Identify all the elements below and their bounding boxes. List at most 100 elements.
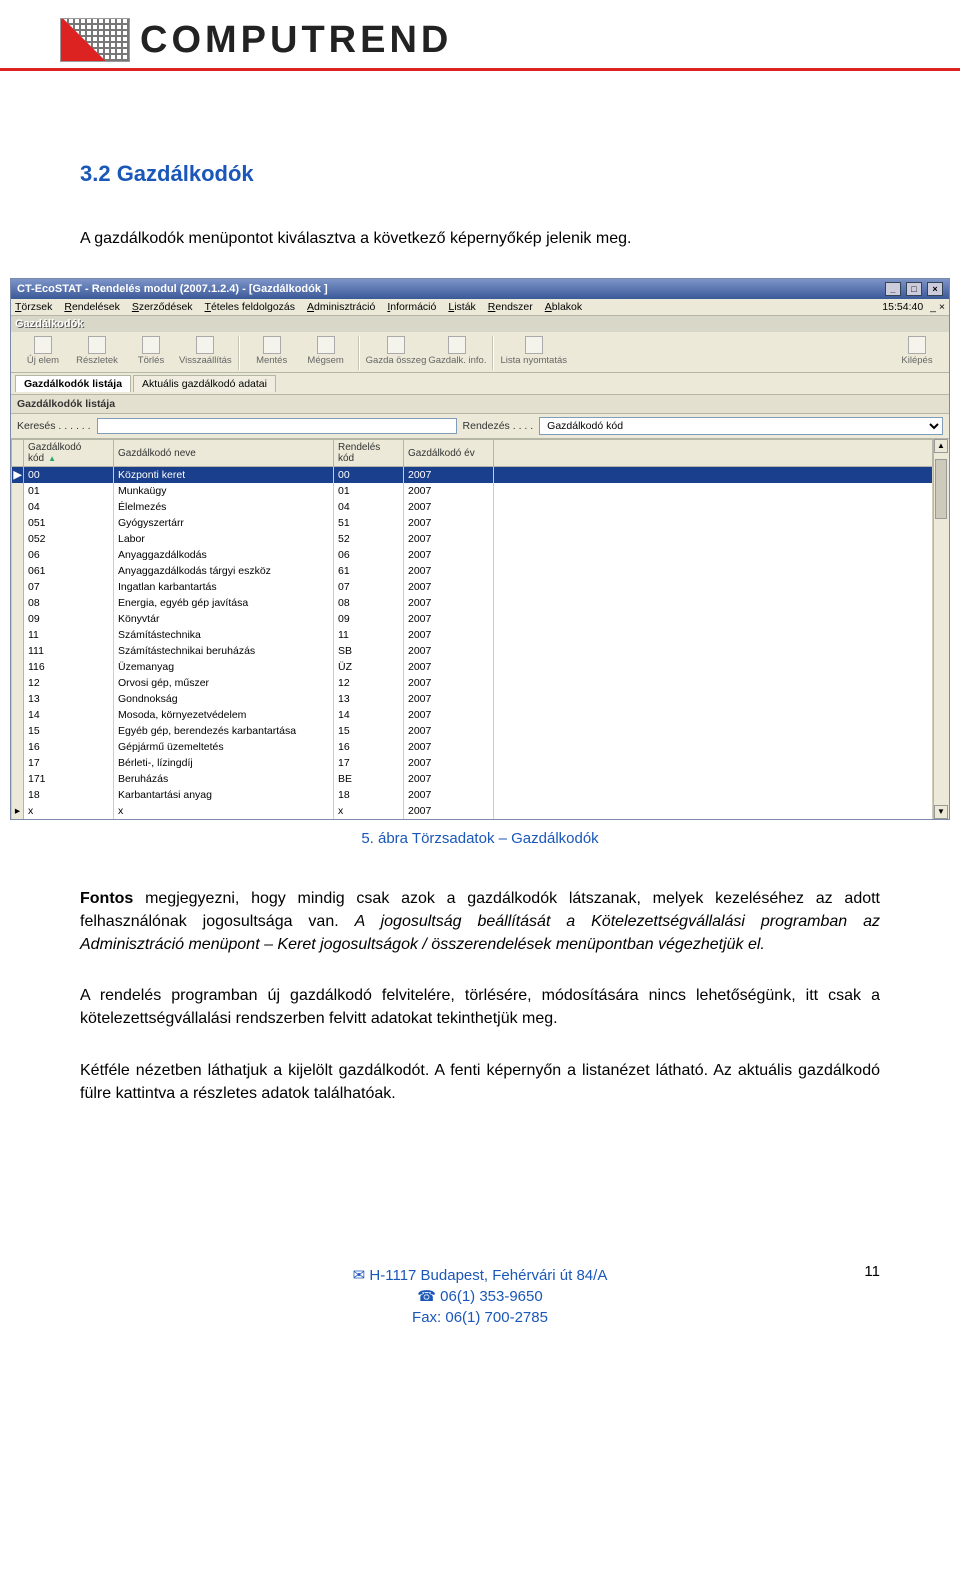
toolbar-ment-s[interactable]: Mentés: [246, 336, 298, 370]
cell-kod: 06: [24, 547, 114, 563]
toolbar-m-gsem[interactable]: Mégsem: [300, 336, 352, 370]
footer-line-2: ☎ 06(1) 353-9650: [0, 1286, 960, 1307]
menu-listák[interactable]: Listák: [448, 301, 475, 313]
data-grid[interactable]: Gazdálkodó kód▲Gazdálkodó neveRendelés k…: [11, 439, 933, 819]
menu-ablakok[interactable]: Ablakok: [545, 301, 582, 313]
table-row[interactable]: 04Élelmezés042007: [12, 499, 933, 515]
table-row[interactable]: 171BeruházásBE2007: [12, 771, 933, 787]
table-row[interactable]: ▶00Központi keret002007: [12, 467, 933, 483]
toolbar-label: Gazda összeg: [366, 355, 427, 366]
module-tab[interactable]: Gazdálkodók: [11, 316, 949, 332]
cell-rkod: 15: [334, 723, 404, 739]
cell-ev: 2007: [404, 515, 494, 531]
section-heading: 3.2 Gazdálkodók: [80, 161, 880, 187]
cell-kod: 051: [24, 515, 114, 531]
footer-line-1: ✉ H-1117 Budapest, Fehérvári út 84/A: [0, 1265, 960, 1286]
column-header[interactable]: Gazdálkodó neve: [114, 440, 334, 467]
cell-rkod: x: [334, 803, 404, 819]
toolbar-lista-nyomtat-s[interactable]: Lista nyomtatás: [500, 336, 567, 370]
panel-header: Gazdálkodók listája: [11, 395, 949, 414]
minimize-button[interactable]: _: [885, 282, 901, 296]
table-row[interactable]: 061Anyaggazdálkodás tárgyi eszköz612007: [12, 563, 933, 579]
maximize-button[interactable]: □: [906, 282, 922, 296]
menu-adminisztráció[interactable]: Adminisztráció: [307, 301, 375, 313]
cell-kod: 15: [24, 723, 114, 739]
menubar-right: 15:54:40 _ ×: [882, 301, 945, 313]
toolbar-r-szletek[interactable]: Részletek: [71, 336, 123, 370]
cell-nev: x: [114, 803, 334, 819]
column-header[interactable]: Gazdálkodó év: [404, 440, 494, 467]
cell-kod: 04: [24, 499, 114, 515]
table-row[interactable]: 09Könyvtár092007: [12, 611, 933, 627]
toolbar-label: Új elem: [27, 355, 59, 366]
search-input[interactable]: [97, 418, 457, 434]
cell-kod: 18: [24, 787, 114, 803]
table-row[interactable]: 14Mosoda, környezetvédelem142007: [12, 707, 933, 723]
subtab-0[interactable]: Gazdálkodók listája: [15, 375, 131, 392]
menu-rendelések[interactable]: Rendelések: [64, 301, 119, 313]
cell-ev: 2007: [404, 563, 494, 579]
cell-nev: Számítástechnikai beruházás: [114, 643, 334, 659]
table-row[interactable]: 01Munkaügy012007: [12, 483, 933, 499]
cell-nev: Anyaggazdálkodás: [114, 547, 334, 563]
toolbar-t-rl-s[interactable]: Törlés: [125, 336, 177, 370]
table-row[interactable]: 15Egyéb gép, berendezés karbantartása152…: [12, 723, 933, 739]
menu-törzsek[interactable]: Törzsek: [15, 301, 52, 313]
table-row[interactable]: 12Orvosi gép, műszer122007: [12, 675, 933, 691]
toolbar-kil-p-s[interactable]: Kilépés: [891, 336, 943, 370]
sort-select[interactable]: Gazdálkodó kód: [539, 417, 943, 435]
cell-nev: Gépjármű üzemeltetés: [114, 739, 334, 755]
cell-rkod: 14: [334, 707, 404, 723]
table-row[interactable]: 08Energia, egyéb gép javítása082007: [12, 595, 933, 611]
inner-close-button[interactable]: ×: [939, 301, 945, 313]
scroll-thumb[interactable]: [935, 459, 947, 519]
menu-rendszer[interactable]: Rendszer: [488, 301, 533, 313]
scroll-down-button[interactable]: ▼: [934, 805, 948, 819]
intro-paragraph: A gazdálkodók menüpontot kiválasztva a k…: [80, 227, 880, 250]
table-row[interactable]: ▸xxx2007: [12, 803, 933, 819]
cell-nev: Gyógyszertárr: [114, 515, 334, 531]
cell-ev: 2007: [404, 787, 494, 803]
toolbar-vissza-ll-t-s[interactable]: Visszaállítás: [179, 336, 232, 370]
menu-szerződések[interactable]: Szerződések: [132, 301, 193, 313]
table-row[interactable]: 13Gondnokság132007: [12, 691, 933, 707]
toolbar--j-elem[interactable]: Új elem: [17, 336, 69, 370]
cell-nev: Könyvtár: [114, 611, 334, 627]
column-header[interactable]: Gazdálkodó kód▲: [24, 440, 114, 467]
menu-tételes feldolgozás[interactable]: Tételes feldolgozás: [205, 301, 295, 313]
table-row[interactable]: 06Anyaggazdálkodás062007: [12, 547, 933, 563]
cell-nev: Beruházás: [114, 771, 334, 787]
menu-információ[interactable]: Információ: [387, 301, 436, 313]
cell-rkod: 11: [334, 627, 404, 643]
table-row[interactable]: 07Ingatlan karbantartás072007: [12, 579, 933, 595]
toolbar-label: Lista nyomtatás: [500, 355, 567, 366]
column-header[interactable]: Rendelés kód: [334, 440, 404, 467]
inner-minimize-button[interactable]: _: [930, 301, 936, 313]
table-row[interactable]: 111Számítástechnikai beruházásSB2007: [12, 643, 933, 659]
toolbar-label: Mentés: [256, 355, 287, 366]
table-row[interactable]: 16Gépjármű üzemeltetés162007: [12, 739, 933, 755]
cell-rkod: ÜZ: [334, 659, 404, 675]
cell-nev: Mosoda, környezetvédelem: [114, 707, 334, 723]
close-button[interactable]: ×: [927, 282, 943, 296]
table-row[interactable]: 11Számítástechnika112007: [12, 627, 933, 643]
cell-ev: 2007: [404, 643, 494, 659]
table-row[interactable]: 17Bérleti-, lízingdíj172007: [12, 755, 933, 771]
cell-nev: Labor: [114, 531, 334, 547]
table-row[interactable]: 051Gyógyszertárr512007: [12, 515, 933, 531]
page-number: 11: [864, 1261, 880, 1282]
scroll-up-button[interactable]: ▲: [934, 439, 948, 453]
table-row[interactable]: 052Labor522007: [12, 531, 933, 547]
cell-rkod: 09: [334, 611, 404, 627]
cell-ev: 2007: [404, 771, 494, 787]
toolbar-gazdalk-info-[interactable]: Gazdalk. info.: [428, 336, 486, 370]
subtab-1[interactable]: Aktuális gazdálkodó adatai: [133, 375, 276, 392]
table-row[interactable]: 18Karbantartási anyag182007: [12, 787, 933, 803]
cell-ev: 2007: [404, 579, 494, 595]
table-row[interactable]: 116ÜzemanyagÜZ2007: [12, 659, 933, 675]
grid-scrollbar[interactable]: ▲ ▼: [933, 439, 949, 819]
grid-body: ▶00Központi keret002007 01Munkaügy012007…: [12, 467, 933, 819]
cell-nev: Munkaügy: [114, 483, 334, 499]
cell-nev: Karbantartási anyag: [114, 787, 334, 803]
toolbar-gazda-sszeg[interactable]: Gazda összeg: [366, 336, 427, 370]
